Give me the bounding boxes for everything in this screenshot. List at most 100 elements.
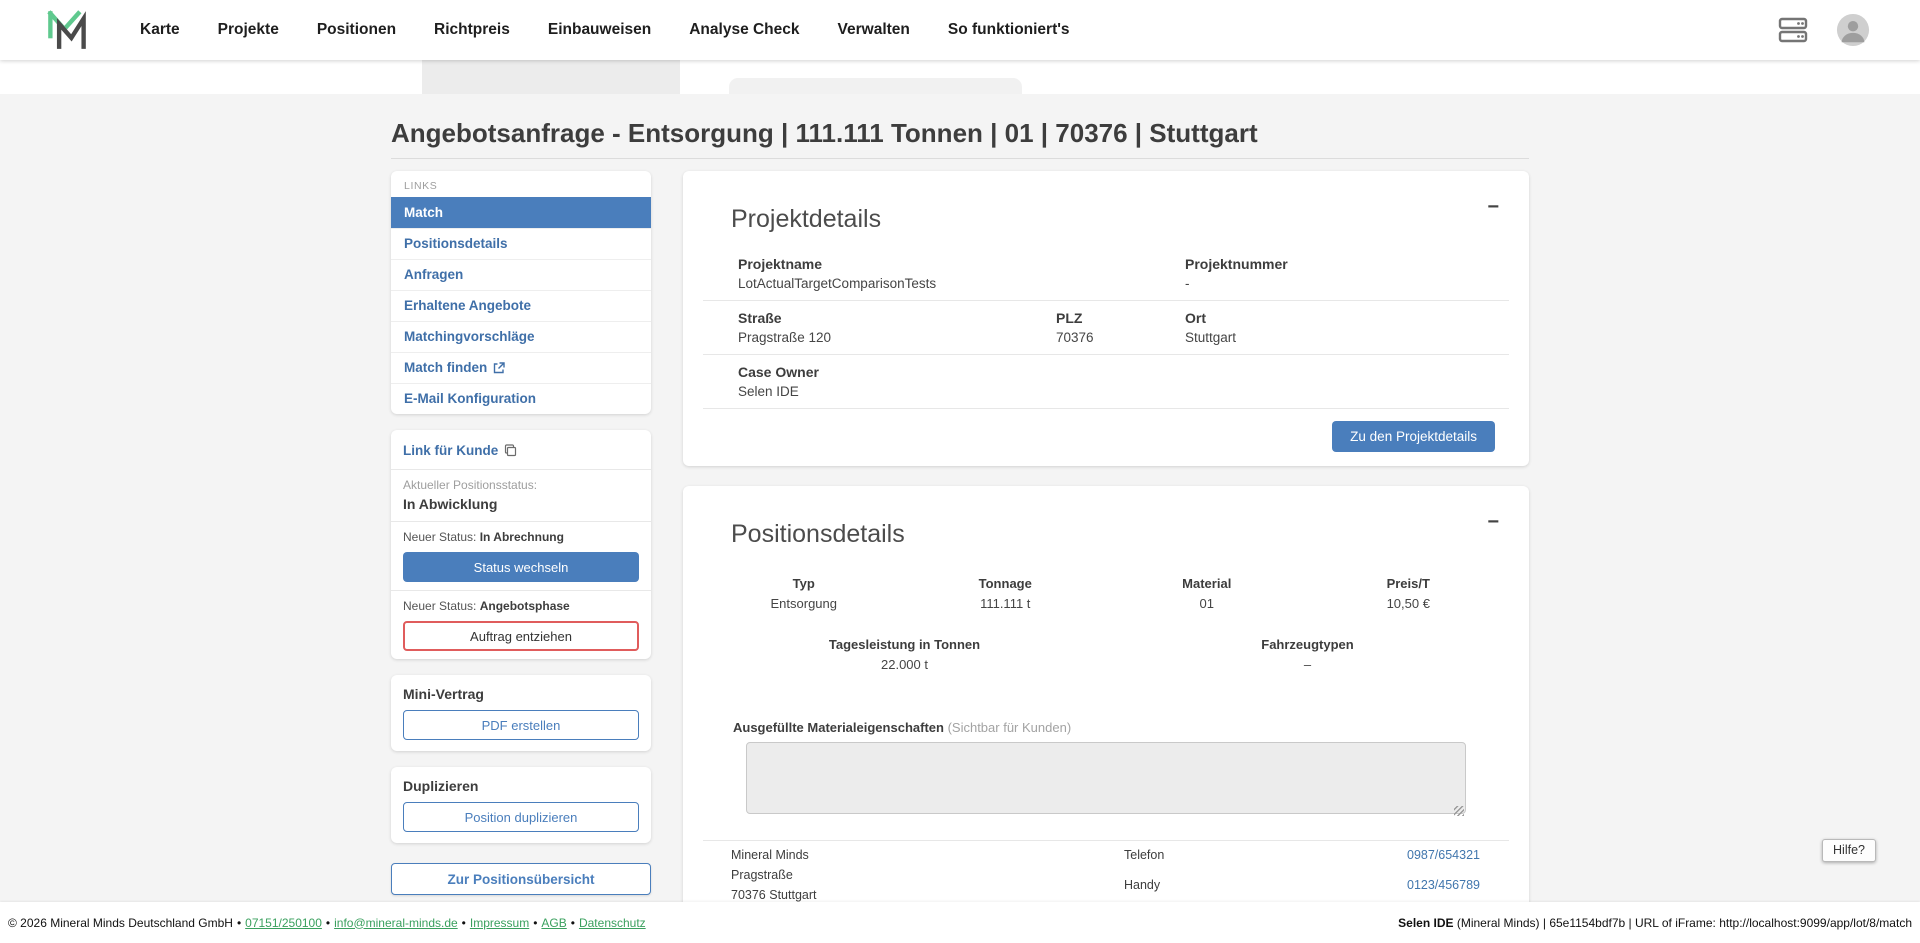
footer-impressum-link[interactable]: Impressum [470,916,529,930]
field-value: 22.000 t [703,657,1106,672]
divider [391,469,651,470]
handy-link[interactable]: 0123/456789 [1407,878,1480,893]
alt-status-line: Neuer Status: Angebotsphase [403,599,639,614]
nav-item-richtpreis[interactable]: Richtpreis [434,21,510,39]
material-properties-textarea[interactable] [746,742,1466,814]
page-title: Angebotsanfrage - Entsorgung | 111.111 T… [391,118,1529,148]
sidebar-item-label: Positionsdetails [404,229,508,259]
sidebar-item-erhaltene-angebote[interactable]: Erhaltene Angebote [391,290,651,321]
nav-item-projekte[interactable]: Projekte [218,21,279,39]
footer-separator: • [571,916,575,930]
footer-session-info: Selen IDE (Mineral Minds) | 65e1154bdf7b… [1398,916,1912,930]
main-column: Projektdetails − Projektname LotActualTa… [683,171,1529,943]
field-label: Material [1106,576,1308,591]
field-value: 111.111 t [905,596,1107,611]
sidebar-item-label: Match finden [404,353,487,383]
contact-city: 70376 Stuttgart [731,888,816,903]
content-area: Angebotsanfrage - Entsorgung | 111.111 T… [0,94,1920,943]
nav-item-karte[interactable]: Karte [140,21,180,39]
footer-separator: • [326,916,330,930]
footer-email-link[interactable]: info@mineral-minds.de [334,916,458,930]
mini-contract-card: Mini-Vertrag PDF erstellen [391,675,651,751]
sidebar-item-match[interactable]: Match [391,197,651,228]
sidebar-item-positionsdetails[interactable]: Positionsdetails [391,228,651,259]
create-pdf-button[interactable]: PDF erstellen [403,710,639,740]
customer-link-label: Link für Kunde [403,440,498,461]
field-label: Case Owner [738,365,1185,380]
title-divider [391,158,1529,159]
handy-label: Handy [1124,878,1160,893]
next-status-line: Neuer Status: In Abrechnung [403,530,639,545]
position-row-1: Typ Entsorgung Tonnage 111.111 t Materia… [703,576,1509,611]
footer-user: Selen IDE [1398,916,1453,930]
withdraw-order-button[interactable]: Auftrag entziehen [403,621,639,651]
help-button[interactable]: Hilfe? [1822,839,1876,862]
server-icon[interactable] [1776,13,1810,47]
links-card: LINKS Match Positionsdetails Anfragen Er… [391,171,651,414]
duplicate-title: Duplizieren [403,778,639,795]
field-label: Projektnummer [1185,257,1474,272]
sidebar-item-label: Anfragen [404,260,463,290]
field-value: - [1185,276,1474,291]
footer-left: © 2026 Mineral Minds Deutschland GmbH • 07… [8,916,646,930]
field-label: Ort [1185,311,1474,326]
sidebar-item-label: E-Mail Konfiguration [404,384,536,414]
footer-separator: • [462,916,466,930]
sidebar: LINKS Match Positionsdetails Anfragen Er… [391,171,651,895]
copyright-text: © 2026 Mineral Minds Deutschland GmbH [8,916,233,930]
nav-item-positionen[interactable]: Positionen [317,21,396,39]
customer-link[interactable]: Link für Kunde [403,440,517,461]
go-to-project-details-button[interactable]: Zu den Projektdetails [1332,421,1495,452]
mini-contract-title: Mini-Vertrag [403,686,639,703]
duplicate-card: Duplizieren Position duplizieren [391,767,651,843]
position-details-card: Positionsdetails − Typ Entsorgung Tonnag… [683,486,1529,943]
project-details-title: Projektdetails [731,205,1509,233]
contact-section: Mineral Minds Pragstraße 70376 Stuttgart… [703,841,1509,908]
sidebar-item-match-finden[interactable]: Match finden [391,352,651,383]
next-status-value: In Abrechnung [480,530,564,544]
alt-status-value: Angebotsphase [480,599,570,613]
field-label: Tagesleistung in Tonnen [703,637,1106,652]
field-value: 01 [1106,596,1308,611]
external-link-icon [493,362,505,374]
field-label: Typ [703,576,905,591]
nav-item-einbauweisen[interactable]: Einbauweisen [548,21,651,39]
top-navbar: Karte Projekte Positionen Richtpreis Ein… [0,0,1920,60]
status-card: Link für Kunde Aktueller Positionsstatus… [391,430,651,659]
project-row-1: Projektname LotActualTargetComparisonTes… [703,247,1509,300]
contact-street: Pragstraße [731,868,816,883]
field-label: Fahrzeugtypen [1106,637,1509,652]
collapse-icon[interactable]: − [1487,197,1499,217]
copy-icon [504,444,517,457]
sidebar-item-label: Matchingvorschläge [404,322,535,352]
contact-company: Mineral Minds [731,848,816,863]
project-details-card: Projektdetails − Projektname LotActualTa… [683,171,1529,466]
footer-datenschutz-link[interactable]: Datenschutz [579,916,646,930]
sidebar-item-anfragen[interactable]: Anfragen [391,259,651,290]
material-properties-label: Ausgefüllte Materialeigenschaften (Sicht… [733,720,1509,735]
field-label: Straße [738,311,1056,326]
nav-item-verwalten[interactable]: Verwalten [838,21,910,39]
telefon-label: Telefon [1124,848,1164,863]
sidebar-item-email-konfiguration[interactable]: E-Mail Konfiguration [391,383,651,414]
footer-agb-link[interactable]: AGB [541,916,566,930]
divider [391,590,651,591]
current-status-label: Aktueller Positionsstatus: [403,478,639,492]
change-status-button[interactable]: Status wechseln [403,552,639,582]
sidebar-item-matchingvorschlaege[interactable]: Matchingvorschläge [391,321,651,352]
telefon-link[interactable]: 0987/654321 [1407,848,1480,863]
material-properties-hint: (Sichtbar für Kunden) [948,720,1072,735]
user-avatar-icon[interactable] [1836,13,1870,47]
collapse-icon[interactable]: − [1487,512,1499,532]
position-overview-button[interactable]: Zur Positionsübersicht [391,863,651,895]
textarea-resize-handle[interactable] [1454,806,1464,816]
field-label: Tonnage [905,576,1107,591]
nav-item-analyse-check[interactable]: Analyse Check [689,21,799,39]
divider [391,521,651,522]
footer-phone-link[interactable]: 07151/250100 [245,916,322,930]
material-properties-label-bold: Ausgefüllte Materialeigenschaften [733,720,944,735]
mineral-minds-logo[interactable] [46,9,88,51]
duplicate-position-button[interactable]: Position duplizieren [403,802,639,832]
nav-item-so-funktionierts[interactable]: So funktioniert's [948,21,1070,39]
field-value: Entsorgung [703,596,905,611]
